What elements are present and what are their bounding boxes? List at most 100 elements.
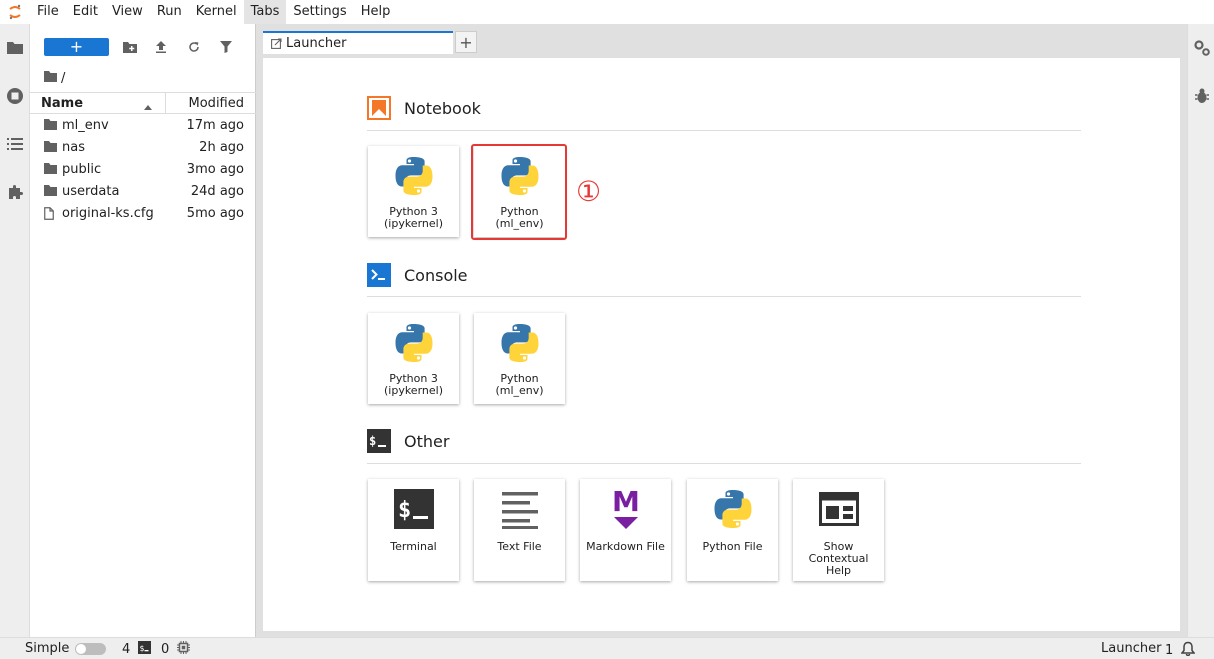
kernel-status-icon [177,641,191,658]
breadcrumb-root[interactable]: / [61,71,65,86]
file-list-header: Name Modified [30,92,256,114]
jupyter-logo-icon[interactable] [0,0,30,24]
markdown-icon: M [580,486,671,532]
sort-ascending-icon[interactable] [144,99,152,114]
menu-edit[interactable]: Edit [66,0,105,24]
console-python3-card[interactable]: Python 3 (ipykernel) [368,313,459,404]
current-activity: Launcher [1101,641,1161,656]
terminal-count[interactable]: 4 $ [122,641,152,658]
terminal-card[interactable]: $ Terminal [368,479,459,581]
file-modified: 17m ago [186,117,244,133]
tab-label: Launcher [286,36,347,51]
file-modified: 24d ago [190,183,244,199]
menu-view[interactable]: View [105,0,150,24]
notebook-section-title: Notebook [404,98,481,118]
folder-icon [44,185,57,197]
menu-tabs[interactable]: Tabs [243,0,287,24]
menu-run[interactable]: Run [150,0,189,24]
file-row-original-ks-cfg[interactable]: original-ks.cfg 5mo ago [30,202,256,224]
debugger-bug-icon[interactable] [1192,86,1212,106]
notebook-icon [367,96,391,120]
file-row-public[interactable]: public 3mo ago [30,158,256,180]
column-divider[interactable] [165,93,166,113]
launcher-panel: Notebook Python 3 (ipykernel) Python (ml… [263,58,1180,631]
card-label: Markdown File [586,540,665,553]
card-label: Python 3 (ipykernel) [383,205,443,230]
file-name: nas [62,139,85,155]
toggle-switch[interactable] [75,642,107,655]
selection-highlight [471,144,567,240]
terminal-count-value: 4 [122,642,131,657]
python-logo-icon [687,486,778,532]
file-row-userdata[interactable]: userdata 24d ago [30,180,256,202]
launcher-tab-icon [271,38,282,53]
svg-text:$: $ [140,644,145,653]
add-tab-button[interactable]: + [455,31,477,53]
markdown-file-card[interactable]: M Markdown File [580,479,671,581]
notification-count: 1 [1165,643,1174,658]
svg-text:$: $ [369,434,376,448]
kernel-count[interactable]: 0 [161,641,191,658]
menu-help[interactable]: Help [354,0,398,24]
tab-launcher[interactable]: Launcher [263,31,453,54]
new-launcher-button[interactable]: + [44,38,109,56]
svg-text:M: M [612,487,640,518]
tab-bar: Launcher + [256,24,1187,54]
other-section-header: $ Other [367,426,1081,456]
new-folder-icon[interactable] [121,38,139,56]
refresh-icon[interactable] [185,38,203,56]
card-label: Python File [702,540,763,553]
terminal-icon: $ [368,486,459,532]
bell-icon[interactable] [1180,641,1196,659]
other-section-title: Other [404,431,450,451]
menu-settings[interactable]: Settings [286,0,353,24]
folder-icon [44,141,57,153]
console-python-ml-env-card[interactable]: Python (ml_env) [474,313,565,404]
file-row-ml-env[interactable]: ml_env 17m ago [30,114,256,136]
section-divider [367,296,1081,297]
notifications[interactable]: 1 [1165,641,1196,659]
terminal-status-icon: $ [138,641,152,658]
status-bar: Simple 4 $ 0 Launcher 1 [0,637,1214,659]
simple-mode-toggle[interactable]: Simple [25,641,107,656]
extensions-puzzle-icon[interactable] [5,182,25,202]
menu-kernel[interactable]: Kernel [189,0,244,24]
contextual-help-icon [793,486,884,532]
column-name-header[interactable]: Name [41,96,83,111]
simple-mode-label: Simple [25,641,70,656]
table-of-contents-icon[interactable] [5,134,25,154]
menu-file[interactable]: File [30,0,66,24]
svg-text:$: $ [398,498,411,523]
file-name: userdata [62,183,120,199]
python-file-card[interactable]: Python File [687,479,778,581]
card-label: Python (ml_env) [495,372,544,397]
folder-icon [44,163,57,175]
file-modified: 3mo ago [186,161,244,177]
card-label: Terminal [390,540,437,553]
contextual-help-card[interactable]: Show Contextual Help [793,479,884,581]
column-modified-header[interactable]: Modified [189,96,244,111]
file-browser-toolbar: + [30,24,256,68]
terminal-section-icon: $ [367,429,391,453]
upload-icon[interactable] [152,38,170,56]
running-kernels-icon[interactable] [5,86,25,106]
console-section-header: Console [367,260,1081,290]
notebook-python3-card[interactable]: Python 3 (ipykernel) [368,146,459,237]
card-label: Show Contextual Help [808,540,869,577]
file-modified: 5mo ago [186,205,244,221]
folder-icon [44,119,57,131]
home-folder-icon[interactable] [44,70,57,86]
filter-icon[interactable] [217,38,235,56]
console-icon [367,263,391,287]
section-divider [367,130,1081,131]
folder-icon[interactable] [5,37,25,57]
file-row-nas[interactable]: nas 2h ago [30,136,256,158]
breadcrumb: / [44,68,65,88]
property-inspector-gears-icon[interactable] [1192,38,1212,58]
text-file-card[interactable]: Text File [474,479,565,581]
menu-bar: File Edit View Run Kernel Tabs Settings … [0,0,1214,24]
file-modified: 2h ago [199,139,244,155]
right-activity-bar [1187,24,1214,637]
file-name: public [62,161,102,177]
python-logo-icon [368,320,459,366]
